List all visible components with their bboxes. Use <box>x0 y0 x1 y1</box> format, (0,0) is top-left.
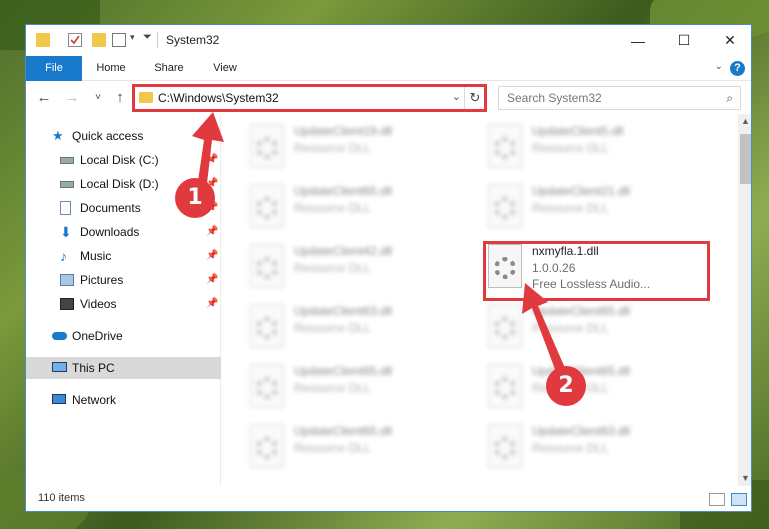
arrow-2 <box>522 283 565 372</box>
step-marker-1: 1 <box>175 178 215 218</box>
step-marker-2: 2 <box>546 366 586 406</box>
annotation-arrows <box>192 112 565 372</box>
